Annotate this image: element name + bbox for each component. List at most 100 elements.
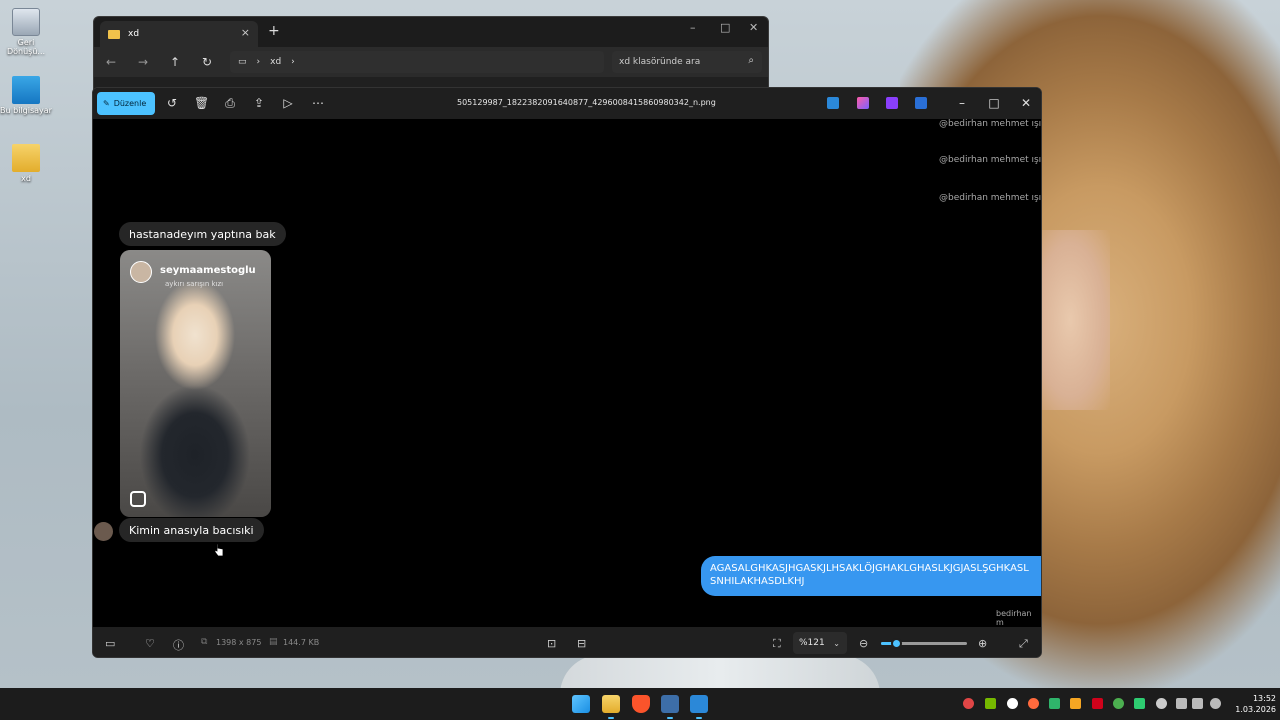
folder-icon [108,29,120,39]
chevron-down-icon: ⌄ [833,638,840,648]
tray-app-icon[interactable] [1113,698,1124,709]
message-text: Kimin anasıyla bacısıki [129,523,254,537]
reels-icon [130,491,146,507]
breadcrumb-folder[interactable]: xd [270,57,281,67]
heart-icon[interactable]: ♡ [145,637,155,650]
zoom-level: %121 [799,638,825,648]
filmstrip-icon[interactable]: ▭ [105,637,115,650]
zoom-slider[interactable] [881,638,967,649]
full-screen-icon[interactable]: ⤢ [1019,637,1028,651]
clipchamp-app-icon[interactable] [886,97,898,109]
hand-cursor-icon [214,543,224,557]
maximize-button[interactable]: □ [987,96,1001,110]
sender-name: bedirhan m [996,609,1032,627]
share-icon[interactable]: ⇪ [252,96,266,110]
explorer-search-input[interactable]: xd klasöründe ara ⌕ [612,51,762,73]
tray-app-icon[interactable] [1092,698,1103,709]
explorer-tab[interactable]: xd × [100,21,258,47]
start-button[interactable] [572,695,590,713]
image-dimensions: 1398 x 875 [216,638,262,647]
reel-thumbnail [120,250,271,517]
mention-text: @bedirhan mehmet ışık'ı [939,155,1041,165]
close-button[interactable]: ✕ [749,21,758,34]
volume-icon[interactable] [1192,698,1203,709]
clock-date: 1.03.2026 [1235,705,1276,714]
photos-viewer-window: ✎ Düzenle ↺ 🗑 ⎙ ⇪ ▷ ⋯ 505129987_18223820… [92,87,1042,658]
nvidia-icon[interactable] [985,698,996,709]
app-taskbar-icon[interactable] [661,695,679,719]
outgoing-message: AGASALGHKASJHGASKJLHSAKLÖJGHAKLGHASLKJGJ… [701,556,1041,596]
photos-taskbar-icon[interactable] [690,695,708,719]
system-clock[interactable]: 13:52 1.03.2026 [1232,693,1276,715]
monitor-icon [12,76,40,104]
new-tab-button[interactable]: + [268,23,280,39]
viewer-status-bar: ▭ ♡ ⓘ ⧉ 1398 x 875 ▤ 144.7 KB ⊡ ⊟ ⛶ %121… [93,627,1041,657]
clock-time: 13:52 [1252,694,1276,703]
forward-arrow-icon[interactable]: → [136,55,150,69]
shield-icon[interactable] [1134,698,1145,709]
zoom-dropdown[interactable]: %121 ⌄ [793,632,847,654]
message-text: SNHILAKHASDLKHJ [710,576,805,587]
info-icon[interactable]: ⓘ [173,637,184,653]
text-scan-icon[interactable]: ⊟ [577,637,586,650]
wallpaper-skin [1030,230,1110,410]
shared-reel-post: seymaamestoglu aykırı sarışın kızı [120,250,271,517]
tray-app-icon[interactable] [1049,698,1060,709]
zoom-out-icon[interactable]: ⊖ [859,637,868,650]
file-size: 144.7 KB [283,638,320,647]
address-bar[interactable]: ▭ › xd › [230,51,604,73]
minimize-button[interactable]: – [955,96,969,110]
recycle-bin-icon [12,8,40,36]
print-icon[interactable]: ⎙ [223,96,237,111]
explorer-tab-bar: xd × + – □ ✕ [94,17,768,47]
desktop-icon-label: Geri Dönüşü... [6,38,46,56]
wallpaper-floor [560,655,880,688]
maximize-button[interactable]: □ [720,21,730,34]
message-text: hastanadeyım yaptına bak [129,227,276,241]
delete-icon[interactable]: 🗑 [194,96,209,110]
tray-app-icon[interactable] [1028,698,1039,709]
incoming-message: Kimin anasıyla bacısıki [119,518,264,542]
search-icon: ⌕ [748,55,754,66]
mention-text: @bedirhan mehmet ışık'ı [939,119,1041,129]
microphone-icon[interactable] [1156,698,1167,709]
zoom-slider-thumb[interactable] [891,638,903,649]
back-arrow-icon[interactable]: ← [104,55,118,69]
search-placeholder: xd klasöründe ara [619,57,701,67]
explorer-tab-title: xd [128,29,140,39]
dimensions-icon: ⧉ [201,637,208,647]
tray-app-icon[interactable] [963,698,974,709]
photo-editor-app-icon[interactable] [827,97,839,109]
onedrive-icon[interactable] [915,97,927,109]
more-options-icon[interactable]: ⋯ [311,96,325,110]
refresh-icon[interactable]: ↻ [200,55,214,69]
monitor-icon: ▭ [238,57,247,67]
desktop-icon-this-pc[interactable]: Bu bilgisayar [0,76,52,115]
brave-browser-icon[interactable] [632,695,650,713]
visual-search-icon[interactable]: ⊡ [547,637,556,650]
tray-app-icon[interactable] [1070,698,1081,709]
post-subtitle: aykırı sarışın kızı [165,280,224,288]
message-text: AGASALGHKASJHGASKJLHSAKLÖJGHAKLGHASLKJGJ… [710,563,1029,574]
fit-to-window-icon[interactable]: ⛶ [773,637,781,651]
battery-icon[interactable] [1210,698,1221,709]
slideshow-icon[interactable]: ▷ [281,96,295,110]
zoom-in-icon[interactable]: ⊕ [978,637,987,650]
chevron-right-icon: › [256,57,261,67]
display-icon[interactable] [1176,698,1187,709]
file-explorer-taskbar-icon[interactable] [602,695,620,719]
close-tab-icon[interactable]: × [241,26,250,39]
tray-app-icon[interactable] [1007,698,1018,709]
file-name: 505129987_1822382091640877_4296008415860… [457,98,716,107]
post-username: seymaamestoglu [160,265,256,276]
close-button[interactable]: ✕ [1019,96,1033,110]
minimize-button[interactable]: – [690,21,696,34]
taskbar: 13:52 1.03.2026 [0,688,1280,720]
desktop-icon-recycle-bin[interactable]: Geri Dönüşü... [0,8,52,56]
edit-button[interactable]: ✎ Düzenle [97,92,155,115]
up-arrow-icon[interactable]: ↑ [168,55,182,69]
designer-app-icon[interactable] [857,97,869,109]
rotate-icon[interactable]: ↺ [165,96,179,110]
desktop-icon-xd-folder[interactable]: xd [0,144,52,183]
chevron-right-icon: › [291,57,295,67]
